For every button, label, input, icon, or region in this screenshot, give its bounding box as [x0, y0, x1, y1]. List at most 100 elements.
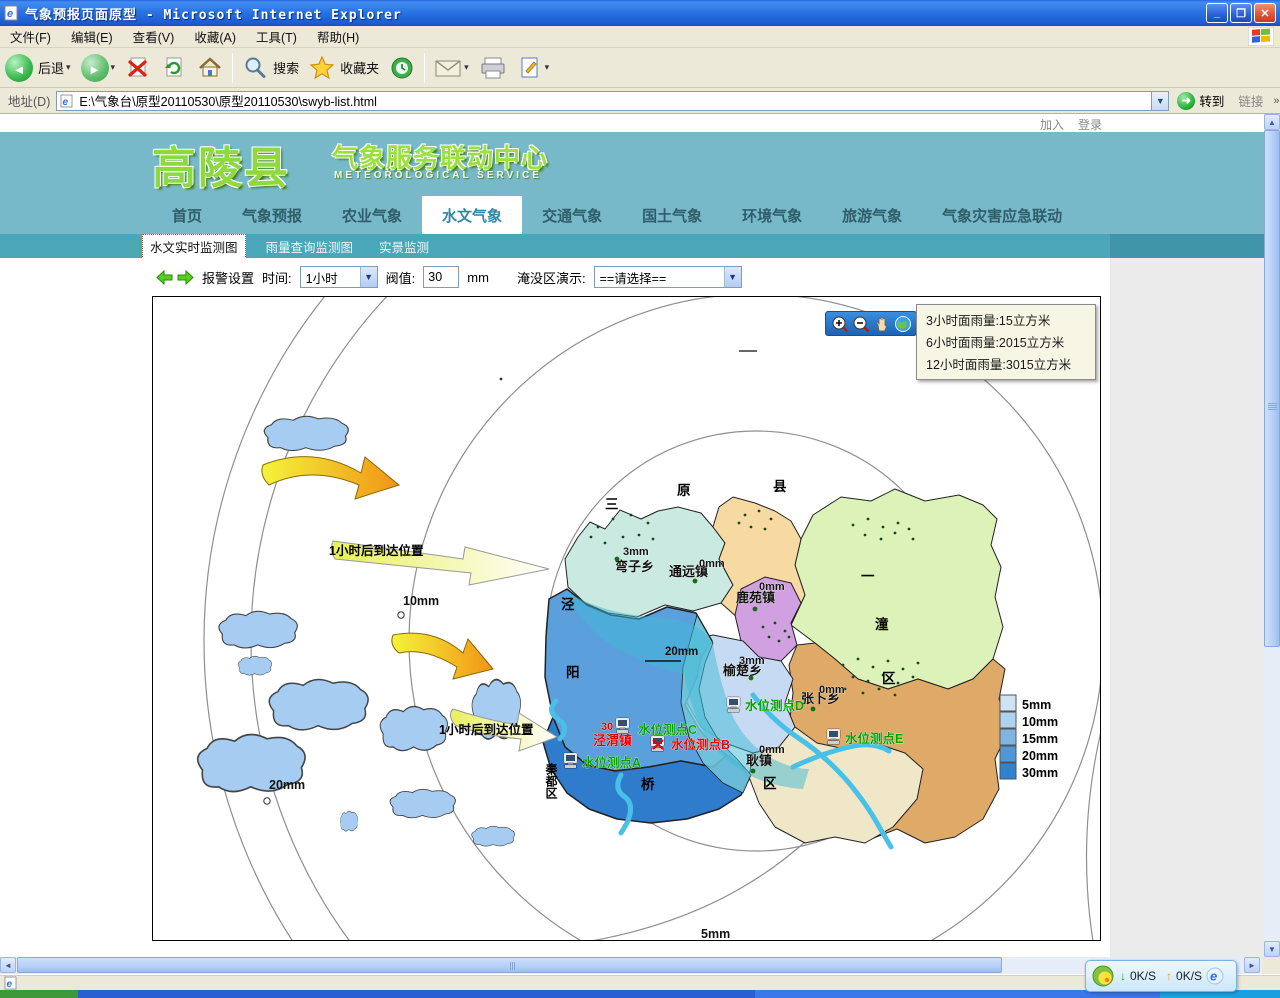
- nav-home[interactable]: 首页: [152, 196, 222, 234]
- legend-swatch-20mm: [1000, 746, 1016, 762]
- edit-button[interactable]: [514, 53, 553, 83]
- browser-toolbar: ◄ 后退 ► 搜索 收藏夹: [0, 48, 1280, 88]
- start-button-sliver[interactable]: [0, 990, 78, 998]
- zoom-in-icon[interactable]: [831, 315, 849, 333]
- time-select[interactable]: 1小时 ▼: [300, 266, 378, 288]
- horizontal-scroll-thumb[interactable]: [17, 957, 1002, 973]
- threshold-label: 阀值:: [386, 268, 416, 287]
- rain-luyuan: 0mm: [759, 581, 785, 593]
- home-icon: [197, 55, 223, 81]
- nav-disaster-emergency[interactable]: 气象灾害应急联动: [922, 196, 1082, 234]
- legend-swatch-5mm: [1000, 695, 1016, 711]
- station-c-icon[interactable]: [616, 718, 629, 733]
- subnav-live-view[interactable]: 实景监测: [379, 237, 429, 256]
- vertical-scrollbar[interactable]: ▲ ▼: [1264, 114, 1280, 957]
- orange-arrow-1: [262, 457, 399, 499]
- time-select-arrow-icon: ▼: [360, 267, 377, 287]
- nav-hydrology[interactable]: 水文气象: [422, 196, 522, 234]
- logo-english: METEOROLOGICAL SERVICE: [334, 170, 542, 181]
- rain-6h: 6小时面雨量:2015立方米: [926, 332, 1086, 354]
- nav-tourism[interactable]: 旅游气象: [822, 196, 922, 234]
- svg-text:e: e: [7, 979, 13, 990]
- ie-tray-icon[interactable]: e: [1206, 967, 1224, 985]
- stop-icon: [125, 55, 151, 81]
- menu-view[interactable]: 查看(V): [123, 24, 185, 49]
- vertical-scroll-thumb[interactable]: [1264, 130, 1280, 647]
- menu-favorites[interactable]: 收藏(A): [184, 24, 246, 49]
- pan-hand-icon[interactable]: [873, 315, 891, 333]
- toolbar-separator: [424, 53, 425, 83]
- favorites-button[interactable]: 收藏夹: [306, 53, 382, 83]
- history-button[interactable]: [386, 53, 418, 83]
- nav-land[interactable]: 国土气象: [622, 196, 722, 234]
- flood-select[interactable]: ==请选择== ▼: [594, 266, 742, 288]
- account-strip: 加入 登录: [0, 114, 1264, 132]
- scroll-up-button[interactable]: ▲: [1264, 114, 1280, 130]
- scroll-right-button[interactable]: ►: [1244, 957, 1260, 973]
- scroll-left-button[interactable]: ◄: [0, 957, 16, 973]
- full-extent-globe-icon[interactable]: [894, 315, 912, 333]
- favorites-label: 收藏夹: [340, 58, 379, 77]
- right-gray-panel: [1110, 258, 1264, 957]
- home-button[interactable]: [194, 53, 226, 83]
- station-d-icon[interactable]: [727, 697, 740, 712]
- ring-label-20mm: 20mm: [269, 778, 305, 792]
- menu-edit[interactable]: 编辑(E): [61, 24, 123, 49]
- prev-arrow-icon[interactable]: [156, 270, 173, 285]
- links-button[interactable]: 链接 »: [1238, 91, 1279, 110]
- menu-tools[interactable]: 工具(T): [246, 24, 307, 49]
- svg-text:潼: 潼: [875, 616, 889, 632]
- windows-flag-icon: [1248, 27, 1274, 46]
- address-label: 地址(D): [8, 91, 50, 110]
- go-label: 转到: [1199, 91, 1224, 110]
- restore-button[interactable]: ❐: [1230, 3, 1252, 23]
- station-a-icon[interactable]: [564, 753, 577, 768]
- 360-ball-icon[interactable]: [1092, 965, 1114, 987]
- minimize-button[interactable]: _: [1206, 3, 1228, 23]
- back-button[interactable]: ◄ 后退: [2, 52, 74, 84]
- nav-agriculture[interactable]: 农业气象: [322, 196, 422, 234]
- horizontal-scrollbar[interactable]: ◄ ►: [0, 957, 1262, 974]
- station-e-icon[interactable]: [827, 729, 840, 744]
- go-button[interactable]: ➜ 转到: [1177, 91, 1224, 110]
- page-viewport: 加入 登录 高陵县 气象服务联动中心 METEOROLOGICAL SERVIC…: [0, 114, 1264, 957]
- svg-text:e: e: [63, 97, 69, 108]
- legend-label-15mm: 15mm: [1022, 732, 1058, 746]
- nav-traffic[interactable]: 交通气象: [522, 196, 622, 234]
- nav-environment[interactable]: 环境气象: [722, 196, 822, 234]
- address-dropdown-button[interactable]: ▼: [1152, 91, 1169, 111]
- scroll-down-button[interactable]: ▼: [1264, 941, 1280, 957]
- forward-icon: ►: [81, 54, 109, 82]
- nav-weather-forecast[interactable]: 气象预报: [222, 196, 322, 234]
- scrollbar-corner: [1262, 957, 1280, 974]
- print-button[interactable]: [476, 53, 510, 83]
- mail-icon: [434, 55, 462, 81]
- login-link[interactable]: 登录: [1078, 116, 1102, 133]
- subnav-realtime-hydro[interactable]: 水文实时监测图: [142, 234, 246, 259]
- rain-3h: 3小时面雨量:15立方米: [926, 310, 1086, 332]
- menu-file[interactable]: 文件(F): [0, 24, 61, 49]
- join-link[interactable]: 加入: [1040, 116, 1064, 133]
- subnav-right-fill: [1110, 234, 1264, 258]
- search-button[interactable]: 搜索: [239, 53, 302, 83]
- forward-button[interactable]: ►: [78, 52, 119, 84]
- station-b-label: 水位测点B: [671, 737, 730, 752]
- close-button[interactable]: ✕: [1254, 3, 1276, 23]
- rain-12h: 12小时面雨量:3015立方米: [926, 354, 1086, 376]
- refresh-button[interactable]: [158, 53, 190, 83]
- stop-button[interactable]: [122, 53, 154, 83]
- menu-help[interactable]: 帮助(H): [307, 24, 369, 49]
- zoom-out-icon[interactable]: [852, 315, 870, 333]
- address-input[interactable]: e E:\气象台\原型20110530\原型20110530\swyb-list…: [56, 91, 1152, 111]
- svg-text:泾: 泾: [561, 596, 575, 612]
- next-arrow-icon[interactable]: [177, 270, 194, 285]
- subnav-rain-query[interactable]: 雨量查询监测图: [266, 237, 354, 256]
- legend-swatch-10mm: [1000, 712, 1016, 728]
- flood-select-arrow-icon: ▼: [724, 267, 741, 287]
- hydrology-map[interactable]: 1小时后到达位置 1小时后到达位置 5mm 10mm 20mm 20mm 三 原: [152, 296, 1101, 941]
- menu-bar: 文件(F) 编辑(E) 查看(V) 收藏(A) 工具(T) 帮助(H): [0, 26, 1280, 48]
- threshold-input[interactable]: [423, 266, 459, 288]
- network-speed-widget[interactable]: ↓ 0K/S ↑ 0K/S e: [1085, 960, 1237, 992]
- mail-button[interactable]: [431, 53, 472, 83]
- page-content: 报警设置 时间: 1小时 ▼ 阀值: mm 淹没区演示: ==请选择== ▼: [0, 258, 1264, 957]
